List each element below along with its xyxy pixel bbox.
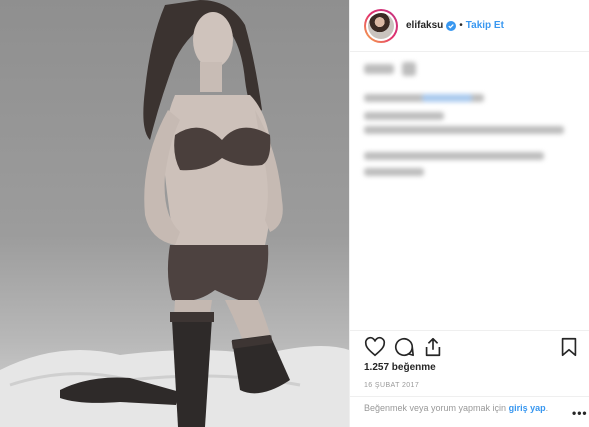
more-options-button[interactable]: •••	[572, 406, 588, 420]
post-sidebar: elifaksu • Takip Et 1.257 beğenme 16 ŞUB…	[349, 0, 589, 427]
login-suffix: .	[545, 403, 549, 413]
caption-redacted	[362, 60, 576, 190]
avatar-image	[368, 12, 394, 39]
post-header: elifaksu • Takip Et	[350, 0, 589, 52]
actions-divider	[350, 330, 589, 331]
instagram-post: elifaksu • Takip Et 1.257 beğenme 16 ŞUB…	[0, 0, 589, 427]
share-icon[interactable]	[422, 336, 444, 358]
username-link[interactable]: elifaksu	[406, 20, 443, 31]
likes-count[interactable]: 1.257 beğenme	[364, 362, 436, 373]
photo-illustration	[0, 0, 349, 427]
post-photo[interactable]	[0, 0, 349, 427]
bookmark-icon[interactable]	[558, 336, 580, 358]
follow-button[interactable]: Takip Et	[466, 20, 504, 31]
post-date: 16 ŞUBAT 2017	[364, 382, 420, 389]
comment-prompt-text: Beğenmek veya yorum yapmak için	[364, 403, 507, 413]
heart-icon[interactable]	[364, 336, 386, 358]
comment-divider	[350, 396, 589, 397]
comment-prompt: Beğenmek veya yorum yapmak için giriş ya…	[364, 402, 584, 414]
verified-badge-icon	[446, 20, 457, 31]
avatar[interactable]	[364, 8, 398, 43]
login-link[interactable]: giriş yap	[509, 403, 546, 413]
header-separator: •	[459, 20, 463, 31]
post-actions	[364, 336, 578, 360]
comment-icon[interactable]	[393, 336, 415, 358]
avatar-frame	[366, 10, 396, 41]
